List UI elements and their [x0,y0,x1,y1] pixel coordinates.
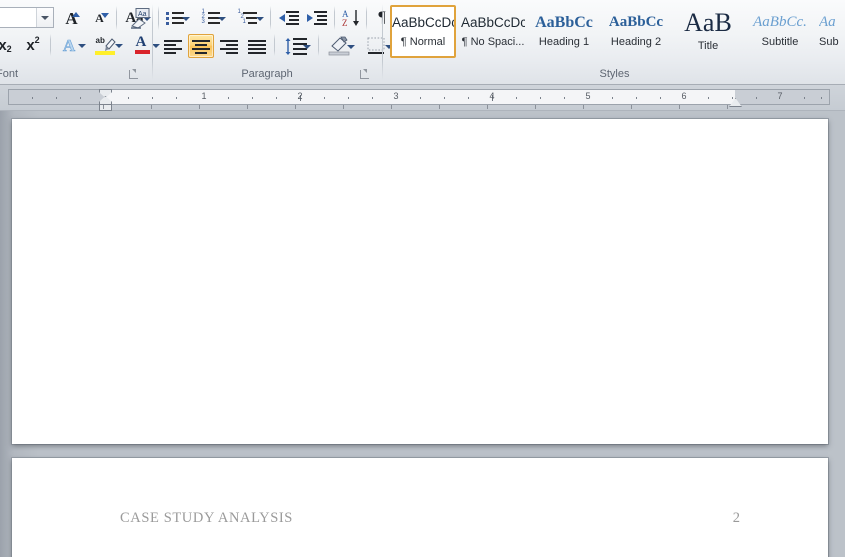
multilevel-list-caret-icon [256,14,265,23]
font-color-icon: A [134,35,151,55]
align-center-icon [192,39,210,54]
paragraph-dialog-launcher[interactable] [359,69,370,80]
justify-icon [248,39,266,54]
style-preview: AaBbCс [535,15,593,31]
group-label-paragraph: Paragraph [241,68,293,80]
multilevel-list-button[interactable]: 1 2 1 [232,6,266,30]
page-header: CASE STUDY ANALYSIS 2 [120,510,740,530]
align-center-button[interactable] [188,34,214,58]
font-size-dropdown-icon[interactable] [36,8,53,27]
ruler-label-2: 2 [297,91,303,101]
superscript-button[interactable]: x2 [20,33,46,57]
word-document-window: 2 A A Aa Aa [0,0,845,557]
style-preview: Aa [819,14,836,30]
text-effects-caret-icon [78,41,87,50]
numbering-caret-icon [218,14,227,23]
clear-formatting-button[interactable]: Aa [128,6,152,30]
style-label: Title [697,40,719,52]
align-left-icon [164,39,182,54]
sort-button[interactable]: A Z [338,6,364,30]
align-right-icon [220,39,238,54]
style-preview: AaBbCcDc [461,15,525,30]
highlight-caret-icon [115,41,124,50]
ruler-label-6: 6 [681,91,687,101]
ruler-label-7: 7 [777,91,783,101]
align-right-button[interactable] [216,34,242,58]
decrease-indent-icon [279,10,299,25]
text-effects-button[interactable]: A [54,33,88,57]
bullets-button[interactable] [160,6,192,30]
highlight-icon: ab [95,36,116,55]
group-label-styles: Styles [599,68,630,80]
text-effects-icon: A [62,35,76,55]
line-spacing-button[interactable] [280,34,314,58]
ribbon-group-paragraph: 1 2 3 1 2 1 A Z Paragraph [154,0,393,84]
ribbon-group-styles: AaBbCcDc ¶ Normal AaBbCcDc ¶ No Spaci...… [384,0,845,84]
align-left-button[interactable] [160,34,186,58]
bullets-icon [165,11,184,25]
style-item-subtitle[interactable]: AaBbCc. Subtitle [746,5,814,58]
shrink-font-button[interactable]: A [86,7,113,29]
justify-button[interactable] [244,34,270,58]
line-spacing-caret-icon [303,42,312,51]
multilevel-list-icon: 1 2 1 [238,9,258,25]
header-page-number: 2 [732,510,740,526]
ruler-label-3: 3 [393,91,399,101]
shrink-font-arrow-icon [101,13,109,18]
increase-indent-button[interactable] [304,6,330,30]
style-item-title[interactable]: AaB Title [674,2,742,58]
document-page-2[interactable]: CASE STUDY ANALYSIS 2 Case Study Analysi… [12,458,828,557]
font-size-input[interactable]: 2 [0,7,54,28]
grow-font-arrow-icon [72,12,80,17]
style-item-subtle-emphasis[interactable]: Aa Sub [818,5,845,58]
ribbon-group-font: 2 A A Aa Aa [0,0,160,84]
ruler-label-5: 5 [585,91,591,101]
style-label: Subtitle [761,36,799,48]
numbering-button[interactable]: 1 2 3 [196,6,228,30]
sort-icon: A Z [342,9,359,27]
ruler-label-4: 4 [489,91,495,101]
ribbon: 2 A A Aa Aa [0,0,845,85]
style-label: Sub [819,36,839,48]
style-item-heading-1[interactable]: AaBbCс Heading 1 [530,5,598,58]
document-canvas[interactable]: CASE STUDY ANALYSIS 2 Case Study Analysi… [0,111,845,557]
clear-formatting-icon: Aa [131,8,150,29]
svg-text:Z: Z [342,18,348,27]
horizontal-ruler-band: 1 2 3 4 5 6 7 [0,85,845,111]
shading-caret-icon [347,42,356,51]
style-preview: AaBbCc. [753,14,807,30]
group-label-font: Font [0,68,19,80]
svg-text:ab: ab [96,36,105,45]
grow-font-button[interactable]: A [58,7,85,29]
bullets-caret-icon [182,14,191,23]
style-item-normal[interactable]: AaBbCcDc ¶ Normal [390,5,456,58]
svg-text:Aa: Aa [138,11,147,18]
horizontal-ruler[interactable]: 1 2 3 4 5 6 7 [8,89,830,105]
style-item-no-spacing[interactable]: AaBbCcDc ¶ No Spaci... [460,5,526,58]
highlight-color-button[interactable]: ab [88,33,126,57]
shading-button[interactable] [322,34,358,58]
numbering-icon: 1 2 3 [202,9,220,25]
decrease-indent-button[interactable] [276,6,302,30]
style-item-heading-2[interactable]: AaBbCc Heading 2 [602,5,670,58]
header-running-title: CASE STUDY ANALYSIS [120,510,293,526]
style-label: ¶ No Spaci... [461,36,525,48]
style-label: Heading 1 [538,36,590,48]
style-label: Heading 2 [610,36,662,48]
style-preview: AaBbCcDc [392,15,454,30]
superscript-icon: x [26,36,35,54]
style-label: ¶ Normal [400,36,446,48]
subscript-button[interactable]: x2 [0,33,18,57]
subscript-icon: x [0,36,7,54]
font-dialog-launcher[interactable] [128,69,139,80]
increase-indent-icon [307,10,327,25]
style-preview: AaB [684,8,732,37]
style-preview: AaBbCc [608,14,664,30]
document-page-1[interactable] [12,119,828,444]
ruler-label-1: 1 [201,91,207,101]
